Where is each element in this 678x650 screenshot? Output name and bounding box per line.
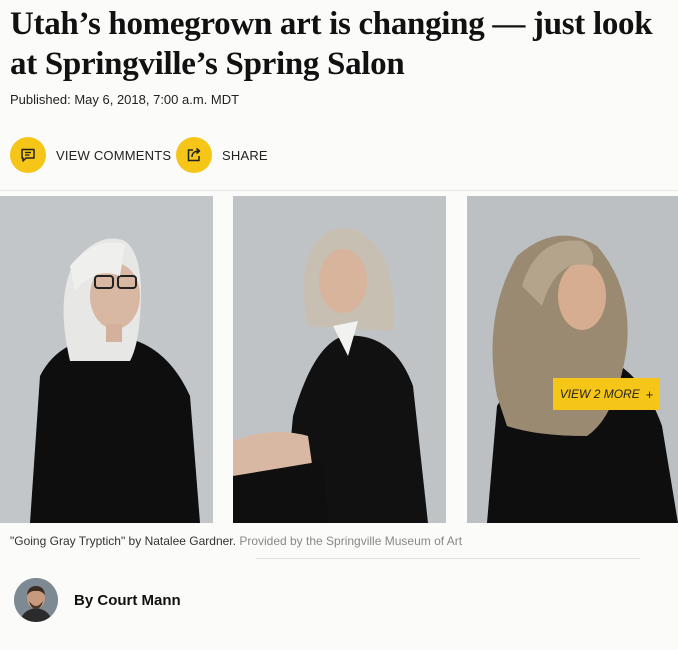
article-page: Utah’s homegrown art is changing — just … [0, 0, 678, 650]
caption-credit: Provided by the Springville Museum of Ar… [239, 534, 463, 548]
publish-date: Published: May 6, 2018, 7:00 a.m. MDT [10, 92, 240, 107]
article-headline: Utah’s homegrown art is changing — just … [10, 6, 653, 82]
view-comments-label: VIEW COMMENTS [56, 147, 172, 163]
share-icon [176, 137, 212, 173]
photo-caption: "Going Gray Tryptich" by Natalee Gardner… [10, 534, 462, 548]
plus-icon: + [645, 386, 654, 402]
gallery-photo-1[interactable] [0, 196, 213, 523]
caption-title: "Going Gray Tryptich" by Natalee Gardner… [10, 534, 236, 548]
view-more-button[interactable]: VIEW 2 MORE + [553, 378, 660, 410]
byline-prefix: By [74, 592, 94, 609]
view-more-label: VIEW 2 MORE [559, 387, 640, 401]
author-link[interactable]: Court Mann [97, 592, 180, 609]
gallery-photo-3[interactable] [467, 196, 678, 523]
comment-icon [10, 137, 46, 173]
view-comments-button[interactable]: VIEW COMMENTS [10, 137, 171, 173]
divider [0, 190, 678, 191]
divider [256, 558, 640, 559]
gallery-photo-2[interactable] [233, 196, 446, 523]
share-label: SHARE [222, 147, 268, 163]
share-button[interactable]: SHARE [176, 137, 268, 173]
author-avatar[interactable] [14, 578, 58, 622]
byline: By Court Mann [74, 592, 181, 609]
